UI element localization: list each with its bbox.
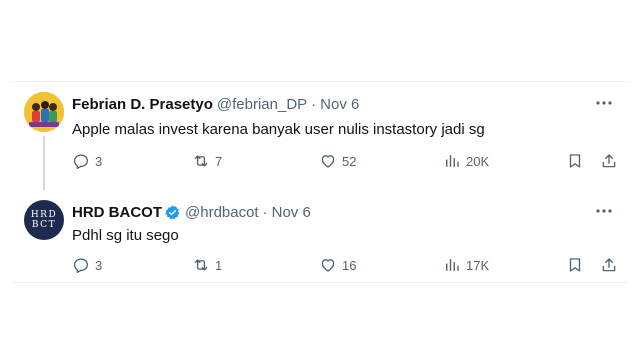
more-button[interactable] <box>594 96 614 110</box>
like-count: 52 <box>342 153 357 169</box>
retweet-icon <box>194 259 208 271</box>
avatar-hrdbacot[interactable]: HRD BCT <box>24 200 64 240</box>
author-name[interactable]: Febrian D. Prasetyo <box>72 96 213 113</box>
reply-count: 3 <box>95 257 103 273</box>
header-separator: · <box>311 95 317 113</box>
tweet-thread-card: Febrian D. Prasetyo @febrian_DP · Nov 6 … <box>12 81 628 283</box>
views-button[interactable]: 20K <box>443 151 489 171</box>
tweet-actions: 3 7 52 20K <box>72 151 620 171</box>
like-icon <box>321 155 335 168</box>
like-icon <box>321 259 335 272</box>
more-button[interactable] <box>594 204 614 218</box>
avatar-illustration-icon <box>24 92 64 132</box>
reply-button[interactable]: 3 <box>72 151 102 171</box>
retweet-count: 1 <box>215 257 223 273</box>
tweet-date[interactable]: Nov 6 <box>272 204 311 221</box>
views-icon <box>446 155 459 167</box>
retweet-button[interactable]: 7 <box>192 151 222 171</box>
thread-connector-line <box>43 136 45 190</box>
retweet-icon <box>194 155 208 167</box>
author-handle[interactable]: @hrdbacot <box>185 204 259 221</box>
reply-button[interactable]: 3 <box>72 255 102 275</box>
tweet-header: HRD BACOT @hrdbacot · Nov 6 <box>72 202 311 222</box>
share-button[interactable] <box>600 255 618 275</box>
author-handle[interactable]: @febrian_DP <box>217 96 307 113</box>
verified-badge-icon <box>164 204 181 221</box>
tweet-text: Apple malas invest karena banyak user nu… <box>72 121 485 138</box>
views-button[interactable]: 17K <box>443 255 489 275</box>
share-button[interactable] <box>600 151 618 171</box>
like-count: 16 <box>342 257 357 273</box>
bookmark-icon <box>569 258 581 272</box>
like-button[interactable]: 52 <box>319 151 356 171</box>
bookmark-icon <box>569 154 581 168</box>
reply-count: 3 <box>95 153 103 169</box>
tweet-text: Pdhl sg itu sego <box>72 227 179 244</box>
avatar-febrian[interactable] <box>24 92 64 132</box>
more-icon <box>596 101 612 105</box>
author-name[interactable]: HRD BACOT <box>72 204 162 221</box>
tweet-header: Febrian D. Prasetyo @febrian_DP · Nov 6 <box>72 94 359 114</box>
avatar-logo-text: HRD BCT <box>30 210 58 230</box>
tweet-actions: 3 1 16 17K <box>72 255 620 275</box>
header-separator: · <box>262 203 268 221</box>
share-icon <box>602 258 616 272</box>
retweet-count: 7 <box>215 153 223 169</box>
reply-icon <box>73 154 89 170</box>
views-icon <box>446 259 459 271</box>
tweet-date[interactable]: Nov 6 <box>320 96 359 113</box>
bookmark-button[interactable] <box>566 151 584 171</box>
tweet-febrian[interactable]: Febrian D. Prasetyo @febrian_DP · Nov 6 … <box>12 82 628 190</box>
views-count: 20K <box>466 153 490 169</box>
more-icon <box>596 209 612 213</box>
views-count: 17K <box>466 257 490 273</box>
reply-icon <box>73 258 89 274</box>
share-icon <box>602 154 616 168</box>
like-button[interactable]: 16 <box>319 255 356 275</box>
retweet-button[interactable]: 1 <box>192 255 222 275</box>
bookmark-button[interactable] <box>566 255 584 275</box>
